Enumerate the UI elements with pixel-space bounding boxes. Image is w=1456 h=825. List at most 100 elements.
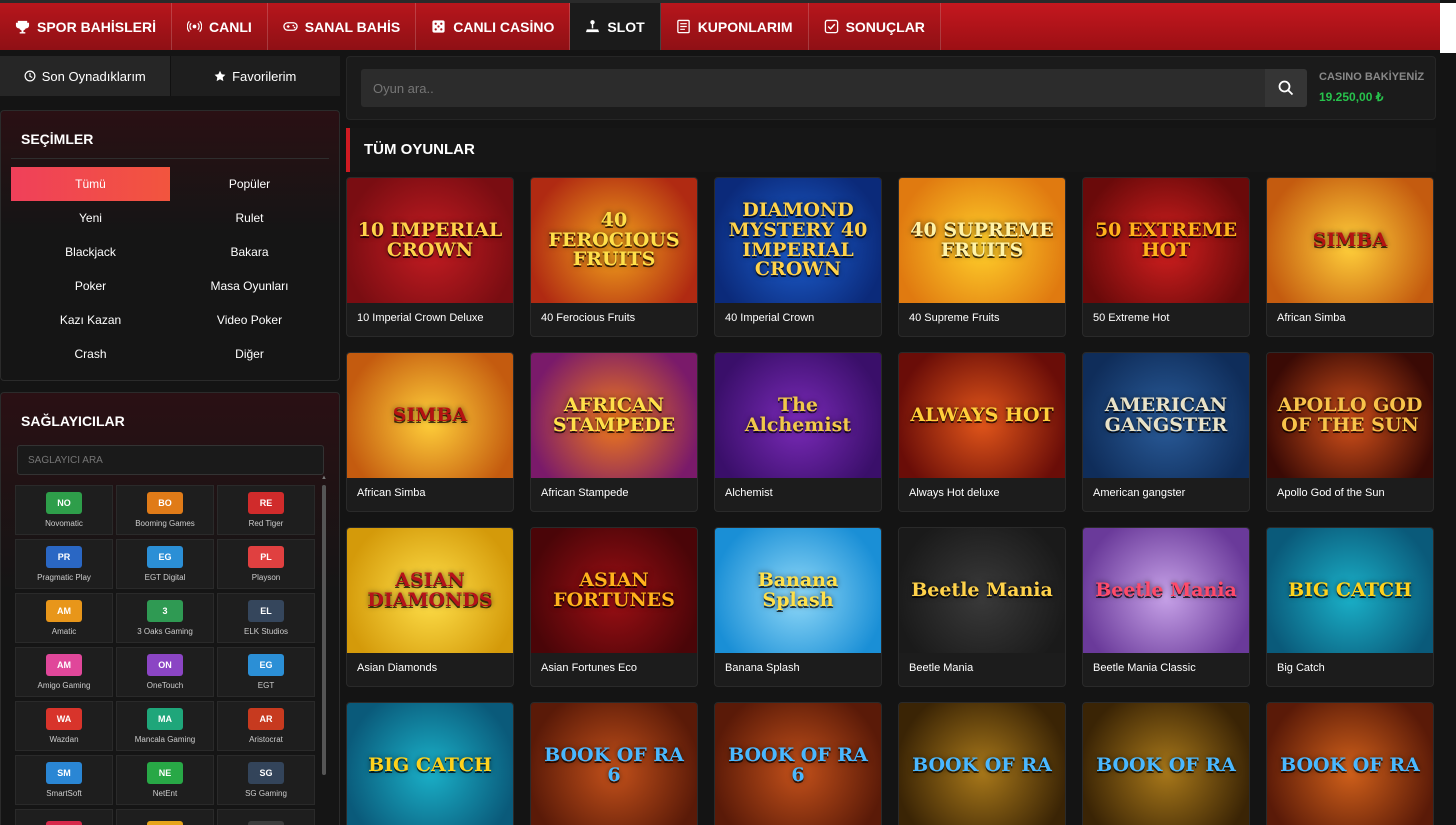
game-thumbnail[interactable]: AMERICAN GANGSTER [1083,353,1249,478]
category-masa-oyunlari[interactable]: Masa Oyunları [170,269,329,303]
game-thumbnail[interactable]: 40 FEROCIOUS FRUITS [531,178,697,303]
nav-item-sanal-bahis[interactable]: SANAL BAHİS [267,3,417,50]
game-thumbnail[interactable]: BOOK OF RA 6 [531,703,697,825]
category-tumu[interactable]: Tümü [11,167,170,201]
provider-item[interactable]: RU [15,809,113,825]
provider-item[interactable]: SA [116,809,214,825]
game-thumbnail[interactable]: SIMBA [347,353,513,478]
game-thumbnail[interactable]: BOOK OF RA [1267,703,1433,825]
nav-item-label: SANAL BAHİS [304,18,401,35]
nav-item-canli[interactable]: CANLI [172,3,268,50]
game-thumbnail[interactable]: ASIAN DIAMONDS [347,528,513,653]
game-thumbnail[interactable]: Beetle Mania [1083,528,1249,653]
provider-scrollbar[interactable] [322,485,326,775]
game-thumbnail[interactable]: BIG CATCH [1267,528,1433,653]
game-card[interactable]: BIG CATCH Big Catch [1266,527,1434,687]
category-crash[interactable]: Crash [11,337,170,371]
game-card[interactable]: BOOK OF RA [1266,702,1434,825]
game-card[interactable]: Banana Splash Banana Splash [714,527,882,687]
category-video-poker[interactable]: Video Poker [170,303,329,337]
category-populer[interactable]: Popüler [170,167,329,201]
game-logo: BOOK OF RA [912,753,1052,776]
nav-item-spor-bahisleri[interactable]: SPOR BAHİSLERİ [0,3,173,50]
provider-name: NetEnt [152,789,178,798]
game-card[interactable]: ASIAN DIAMONDS Asian Diamonds [346,527,514,687]
category-blackjack[interactable]: Blackjack [11,235,170,269]
game-card[interactable]: 10 IMPERIAL CROWN 10 Imperial Crown Delux… [346,177,514,337]
game-thumbnail[interactable]: APOLLO GOD OF THE SUN [1267,353,1433,478]
provider-item[interactable]: PR Pragmatic Play [15,539,113,589]
sidebar-tab-favorilerim[interactable]: Favorilerim [170,56,340,96]
provider-item[interactable]: NE NetEnt [116,755,214,805]
category-rulet[interactable]: Rulet [170,201,329,235]
game-card[interactable]: SIMBA African Simba [1266,177,1434,337]
game-thumbnail[interactable]: DIAMOND MYSTERY 40 IMPERIAL CROWN [715,178,881,303]
provider-item[interactable]: EG EGT [217,647,315,697]
category-poker[interactable]: Poker [11,269,170,303]
game-card[interactable]: ASIAN FORTUNES Asian Fortunes Eco [530,527,698,687]
game-card[interactable]: BIG CATCH [346,702,514,825]
provider-item[interactable]: SM SmartSoft [15,755,113,805]
provider-item[interactable]: RE Red Tiger [217,485,315,535]
provider-item[interactable]: WA Wazdan [15,701,113,751]
game-thumbnail[interactable]: 40 SUPREME FRUITS [899,178,1065,303]
provider-item[interactable]: AR Aristocrat [217,701,315,751]
game-card[interactable]: Beetle Mania Beetle Mania [898,527,1066,687]
provider-item[interactable]: SG SG Gaming [217,755,315,805]
game-thumbnail[interactable]: SIMBA [1267,178,1433,303]
game-thumbnail[interactable]: BOOK OF RA [899,703,1065,825]
nav-item-sonuclar[interactable]: SONUÇLAR [808,3,941,50]
provider-item[interactable]: AM Amigo Gaming [15,647,113,697]
game-thumbnail[interactable]: AFRICAN STAMPEDE [531,353,697,478]
category-diger[interactable]: Diğer [170,337,329,371]
game-logo: BOOK OF RA 6 [728,743,868,786]
game-card[interactable]: 40 SUPREME FRUITS 40 Supreme Fruits [898,177,1066,337]
game-thumbnail[interactable]: ALWAYS HOT [899,353,1065,478]
game-card[interactable]: BOOK OF RA [1082,702,1250,825]
game-search-input[interactable] [361,69,1265,107]
provider-item[interactable]: EG EGT Digital [116,539,214,589]
category-kazi-kazan[interactable]: Kazı Kazan [11,303,170,337]
game-thumbnail[interactable]: 50 EXTREME HOT [1083,178,1249,303]
category-yeni[interactable]: Yeni [11,201,170,235]
game-thumbnail[interactable]: BOOK OF RA 6 [715,703,881,825]
game-card[interactable]: AMERICAN GANGSTER American gangster [1082,352,1250,512]
nav-item-canli-casino[interactable]: CANLI CASİNO [416,3,571,50]
provider-item[interactable]: NO Novomatic [15,485,113,535]
provider-item[interactable]: PL Playson [217,539,315,589]
game-thumbnail[interactable]: BOOK OF RA [1083,703,1249,825]
game-card[interactable]: 40 FEROCIOUS FRUITS 40 Ferocious Fruits [530,177,698,337]
game-thumbnail[interactable]: The Alchemist [715,353,881,478]
game-card[interactable]: DIAMOND MYSTERY 40 IMPERIAL CROWN 40 Impe… [714,177,882,337]
provider-item[interactable]: TO [217,809,315,825]
provider-item[interactable]: 3 3 Oaks Gaming [116,593,214,643]
provider-item[interactable]: ON OneTouch [116,647,214,697]
game-thumbnail[interactable]: BIG CATCH [347,703,513,825]
category-bakara[interactable]: Bakara [170,235,329,269]
provider-item[interactable]: AM Amatic [15,593,113,643]
game-card[interactable]: BOOK OF RA 6 [530,702,698,825]
game-thumbnail[interactable]: ASIAN FORTUNES [531,528,697,653]
provider-item[interactable]: BO Booming Games [116,485,214,535]
sidebar-tab-son-oynadiklarim[interactable]: Son Oynadıklarım [0,56,171,96]
scroll-up-icon[interactable]: ▲ [321,475,327,481]
game-thumbnail[interactable]: 10 IMPERIAL CROWN [347,178,513,303]
provider-item[interactable]: EL ELK Studios [217,593,315,643]
game-card[interactable]: APOLLO GOD OF THE SUN Apollo God of the S… [1266,352,1434,512]
search-button[interactable] [1265,69,1307,107]
nav-item-kuponlarim[interactable]: KUPONLARIM [660,3,809,50]
provider-search-input[interactable] [17,445,324,475]
game-thumbnail[interactable]: Beetle Mania [899,528,1065,653]
game-thumbnail[interactable]: Banana Splash [715,528,881,653]
game-card[interactable]: Beetle Mania Beetle Mania Classic [1082,527,1250,687]
game-card[interactable]: SIMBA African Simba [346,352,514,512]
game-card[interactable]: 50 EXTREME HOT 50 Extreme Hot [1082,177,1250,337]
game-card[interactable]: BOOK OF RA 6 [714,702,882,825]
game-card[interactable]: BOOK OF RA [898,702,1066,825]
game-card[interactable]: The Alchemist Alchemist [714,352,882,512]
nav-item-slot[interactable]: SLOT [570,3,661,50]
game-card[interactable]: AFRICAN STAMPEDE African Stampede [530,352,698,512]
game-card[interactable]: ALWAYS HOT Always Hot deluxe [898,352,1066,512]
provider-scrollbar-thumb[interactable] [322,485,326,775]
provider-item[interactable]: MA Mancala Gaming [116,701,214,751]
